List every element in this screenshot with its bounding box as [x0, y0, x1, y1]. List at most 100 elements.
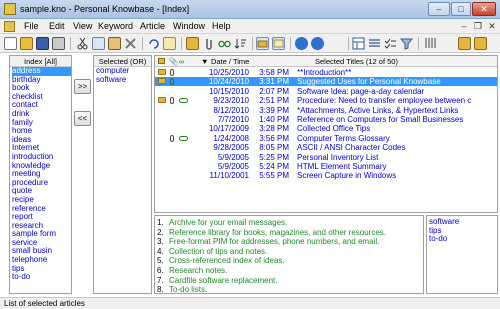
article-date: 9/28/2005 [213, 143, 249, 153]
open-folder-icon[interactable] [20, 37, 33, 50]
article-date: 8/12/2010 [213, 105, 249, 115]
article-time: 2:51 PM [259, 96, 289, 106]
article-row[interactable]: 1/24/2008 3:56 PM Computer Terms Glossary [155, 134, 497, 143]
add-keyword-button[interactable]: >> [74, 79, 91, 94]
remove-keyword-button[interactable]: << [74, 111, 91, 126]
status-bar: List of selected articles [0, 297, 500, 309]
article-row[interactable]: 10/24/2010 3:31 PM Suggested Uses for Pers… [155, 77, 497, 87]
article-row[interactable]: 5/9/2005 5:25 PM Personal Inventory List [155, 153, 497, 162]
main-content: Index [All] address birthday book checklist… [0, 53, 500, 297]
article-text-panel: 1. Archive for your email messages. 2. Refe… [154, 215, 424, 294]
article-row[interactable]: 9/28/2005 8:05 PM ASCII / ANSI Character C… [155, 143, 497, 152]
view-note-icon[interactable] [272, 37, 285, 50]
folder-icon [158, 69, 166, 75]
paste-icon[interactable] [108, 37, 121, 50]
help-icon[interactable] [311, 37, 324, 50]
note-line-text: Cardfile software replacement. [169, 275, 278, 285]
cascade-icon[interactable] [424, 37, 437, 50]
keyword-index-list[interactable]: address birthday book checklist contact drink… [10, 66, 71, 282]
note-line: 8. To-do lists. [157, 285, 423, 293]
mdi-restore-icon[interactable]: ❐ [472, 20, 484, 32]
menu-file[interactable]: File [24, 21, 39, 31]
article-row[interactable]: 5/9/2005 5:24 PM HTML Element Summary [155, 162, 497, 171]
export-icon[interactable] [474, 37, 487, 50]
note-line-number: 7. [157, 275, 164, 285]
save-icon[interactable] [36, 37, 49, 50]
article-keywords-panel: software tips to-do [426, 215, 498, 294]
undo-icon[interactable] [147, 37, 160, 50]
filter-icon[interactable] [399, 37, 414, 50]
article-row[interactable]: 10/15/2010 2:07 PM Software Idea: page-a-d… [155, 87, 497, 96]
article-row[interactable]: 10/17/2009 3:28 PM Collected Office Tips [155, 124, 497, 133]
article-keywords-list[interactable]: software tips to-do [427, 216, 497, 244]
note-line-text: Collection of tips and notes. [169, 246, 268, 256]
toolbar [0, 34, 500, 53]
menu-window[interactable]: Window [173, 21, 205, 31]
maximize-button[interactable]: □ [451, 2, 471, 16]
import-icon[interactable] [458, 37, 471, 50]
checklist-icon[interactable] [384, 37, 397, 50]
date-time-header[interactable]: Date / Time [211, 56, 249, 67]
copy-icon[interactable] [92, 37, 105, 50]
note-line-number: 6. [157, 265, 164, 275]
selected-keyword-item[interactable]: software [96, 75, 151, 85]
view-folder-icon[interactable] [256, 37, 269, 50]
selected-keywords-list[interactable]: computer software [94, 66, 151, 85]
menu-help[interactable]: Help [212, 21, 231, 31]
article-date: 5/9/2005 [217, 152, 249, 162]
article-date: 11/10/2001 [209, 171, 249, 181]
article-date: 5/9/2005 [217, 162, 249, 171]
article-row[interactable]: 7/7/2010 1:40 PM Reference on Computers fo… [155, 115, 497, 124]
glasses-icon[interactable] [218, 37, 231, 50]
new-file-icon[interactable] [4, 37, 17, 50]
cut-icon[interactable] [76, 37, 89, 50]
article-row[interactable]: 11/10/2001 5:55 PM Screen Capture in Windo… [155, 171, 497, 180]
clip-column-icon[interactable]: 📎 [169, 56, 178, 67]
paperclip-icon [170, 78, 174, 86]
folder-tool-icon[interactable] [186, 37, 199, 50]
article-date: 10/25/2010 [208, 68, 249, 77]
mdi-close-icon[interactable]: ✕ [486, 20, 498, 32]
menu-keyword[interactable]: Keyword [98, 21, 133, 31]
glasses-icon [179, 98, 188, 104]
title-bar: sample.kno - Personal Knowbase - [Index]… [0, 0, 500, 19]
list-view-icon[interactable] [368, 37, 381, 50]
titles-header[interactable]: Selected Titles (12 of 50) [315, 56, 398, 67]
info-icon[interactable] [295, 37, 308, 50]
paperclip-icon[interactable] [202, 37, 215, 50]
document-icon[interactable] [4, 21, 15, 32]
close-button[interactable]: ✕ [472, 2, 496, 16]
article-time: 5:55 PM [259, 171, 289, 181]
article-row[interactable]: 10/25/2010 3:58 PM **Introduction** [155, 68, 497, 77]
sort-icon[interactable] [234, 37, 247, 50]
minimize-button[interactable]: – [428, 2, 450, 16]
menu-bar: File Edit View Keyword Article Window He… [0, 19, 500, 34]
note-line-text: Free-format PIM for addresses, phone num… [169, 237, 380, 247]
layout-icon[interactable] [352, 37, 365, 50]
article-time: 3:31 PM [259, 77, 289, 87]
article-title: Computer Terms Glossary [297, 133, 390, 143]
mdi-minimize-icon[interactable]: – [458, 20, 470, 32]
paperclip-icon [170, 97, 174, 105]
note-line-number: 3. [157, 237, 164, 247]
menu-edit[interactable]: Edit [49, 21, 65, 31]
article-time: 5:24 PM [259, 162, 289, 171]
article-keyword-item[interactable]: to-do [429, 235, 497, 244]
index-keyword-item[interactable]: to-do [12, 273, 71, 282]
article-title: HTML Element Summary [297, 162, 387, 171]
article-row[interactable]: 9/23/2010 2:51 PM Procedure: Need to trans… [155, 96, 497, 105]
note-icon[interactable] [163, 37, 176, 50]
article-title: Suggested Uses for Personal Knowbase [297, 77, 441, 87]
index-panel: Index [All] address birthday book checklist… [9, 55, 72, 294]
menu-view[interactable]: View [73, 21, 92, 31]
folder-column-icon[interactable] [158, 58, 165, 64]
delete-icon[interactable] [124, 37, 137, 50]
note-line-number: 4. [157, 246, 164, 256]
status-text: List of selected articles [4, 299, 85, 308]
article-text[interactable]: 1. Archive for your email messages. 2. Refe… [155, 216, 423, 293]
glasses-column-icon[interactable]: ∞ [179, 56, 184, 67]
note-line: 6. Research notes. [157, 266, 423, 276]
print-icon[interactable] [52, 37, 65, 50]
menu-article[interactable]: Article [140, 21, 165, 31]
article-row[interactable]: 8/12/2010 3:39 PM *Attachments, Active Lin… [155, 106, 497, 115]
